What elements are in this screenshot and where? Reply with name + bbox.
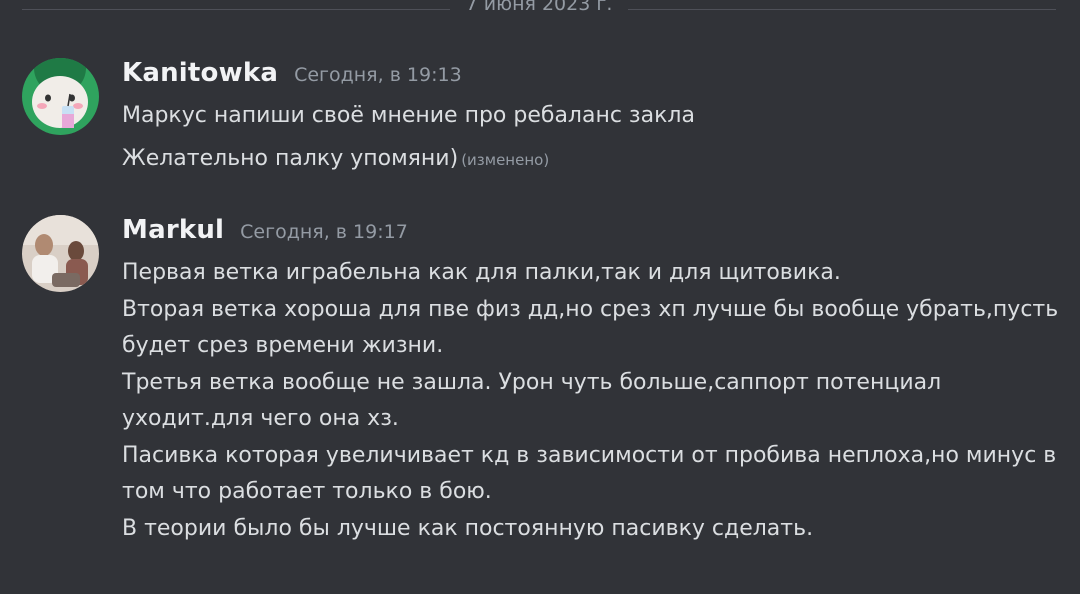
message-text: Желательно палку упомяни)	[122, 145, 459, 171]
photo-avatar-icon[interactable]	[22, 215, 99, 292]
message-line: Третья ветка вообще не зашла. Урон чуть …	[122, 369, 942, 395]
message-header: Kanitowka Сегодня, в 19:13	[122, 58, 1060, 98]
timestamp[interactable]: Сегодня, в 19:13	[294, 64, 462, 86]
username[interactable]: Markul	[122, 215, 224, 245]
message-markul: Markul Сегодня, в 19:17 Первая ветка игр…	[22, 215, 1060, 555]
message-line: Маркус напиши своё мнение про ребаланс з…	[122, 103, 695, 128]
message-content: Markul Сегодня, в 19:17 Первая ветка игр…	[122, 215, 1060, 547]
edited-label: (изменено)	[461, 150, 550, 169]
message-line: В теории было бы лучше как постоянную па…	[122, 515, 814, 541]
divider-date: 7 июня 2023 г.	[465, 0, 613, 15]
date-divider: 7 июня 2023 г.	[22, 0, 1056, 18]
message-line: Пасивка которая увеличивает кд в зависим…	[122, 442, 1057, 468]
timestamp[interactable]: Сегодня, в 19:17	[240, 221, 408, 243]
message-kanitowka: Kanitowka Сегодня, в 19:13 Маркус напиши…	[22, 58, 1060, 188]
username[interactable]: Kanitowka	[122, 58, 278, 88]
message-line-edited: Желательно палку упомяни) (изменено)	[122, 141, 1060, 179]
cat-drink-avatar-icon[interactable]	[22, 58, 99, 135]
message-header: Markul Сегодня, в 19:17	[122, 215, 1060, 255]
message-line: уходит.для чего она хз.	[122, 406, 399, 431]
message-line: том что работает только в бою.	[122, 479, 492, 504]
divider-line-right	[628, 8, 1056, 10]
message-line: Первая ветка играбельна как для палки,та…	[122, 260, 841, 285]
message-line: будет срез времени жизни.	[122, 333, 444, 358]
message-line: Вторая ветка хороша для пве физ дд,но ср…	[122, 296, 1059, 322]
message-content: Kanitowka Сегодня, в 19:13 Маркус напиши…	[122, 58, 1060, 178]
divider-line-left	[22, 8, 450, 10]
